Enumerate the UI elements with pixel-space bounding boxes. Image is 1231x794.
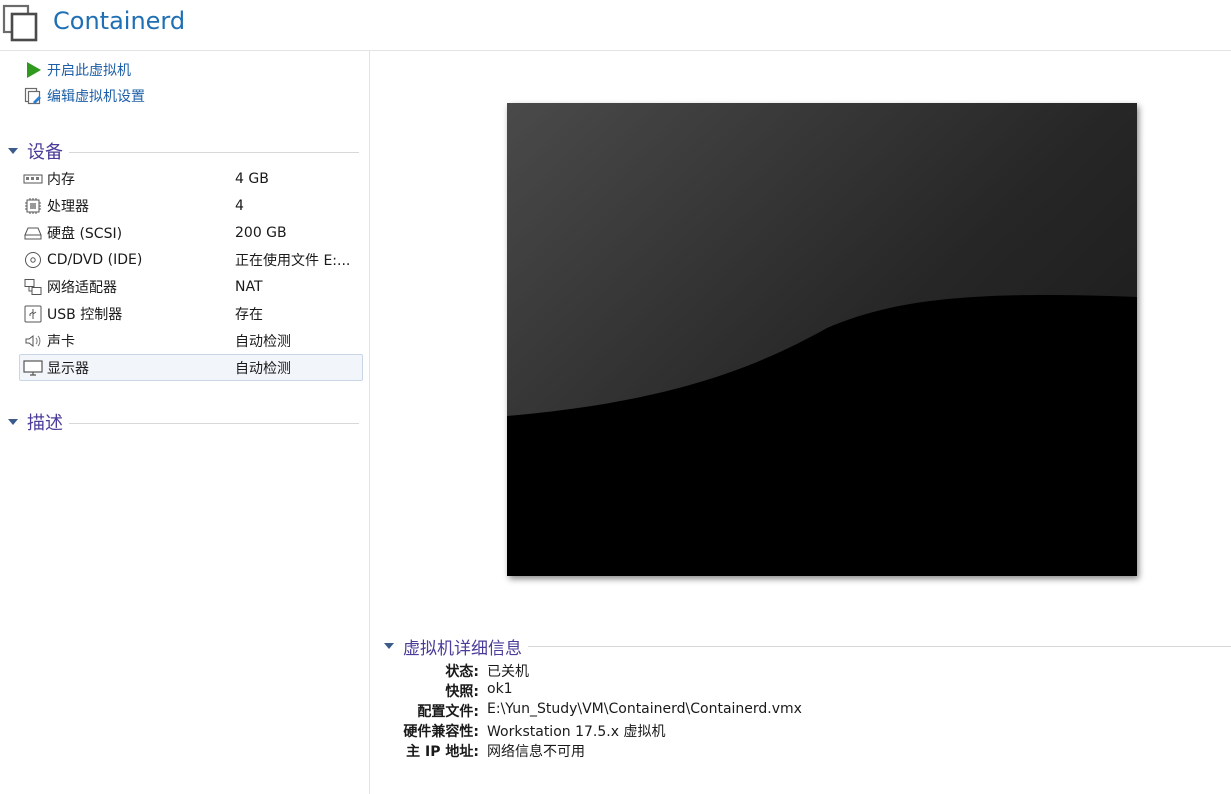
cd-icon	[25, 251, 41, 268]
detail-label: 配置文件:	[417, 704, 479, 720]
detail-label: 快照:	[445, 684, 479, 700]
cpu-icon	[25, 197, 41, 214]
device-value: 自动检测	[235, 360, 291, 377]
edit-vm-settings-label: 编辑虚拟机设置	[47, 89, 145, 105]
vm-details-section-header[interactable]: 虚拟机详细信息	[384, 634, 1231, 659]
collapse-arrow-icon	[8, 148, 18, 154]
play-icon	[27, 62, 41, 78]
device-row-processor[interactable]: 处理器 4	[20, 193, 362, 218]
device-name: 硬盘 (SCSI)	[47, 225, 123, 242]
edit-vm-settings-link[interactable]: 编辑虚拟机设置	[24, 85, 145, 107]
detail-value: Workstation 17.5.x 虚拟机	[487, 724, 666, 740]
usb-icon	[24, 305, 42, 322]
collapse-arrow-icon	[384, 643, 394, 649]
device-name: USB 控制器	[47, 306, 123, 323]
detail-value: 网络信息不可用	[487, 744, 585, 760]
speaker-icon	[25, 334, 41, 347]
device-value: 存在	[235, 306, 263, 323]
device-value: 4 GB	[235, 170, 269, 187]
detail-row-snapshot: 快照: ok1	[370, 681, 1231, 701]
vm-summary-panel: 开启此虚拟机 编辑虚拟机设置 设备 内存 4 GB 处理器 4 硬盘 (SCSI…	[0, 51, 370, 794]
power-on-vm-label: 开启此虚拟机	[47, 63, 131, 79]
vm-screen-preview[interactable]	[507, 103, 1137, 576]
device-name: 声卡	[47, 333, 75, 350]
detail-value: ok1	[487, 681, 513, 697]
device-row-memory[interactable]: 内存 4 GB	[20, 166, 362, 191]
vm-header: Containerd	[0, 0, 1231, 51]
device-value: 自动检测	[235, 333, 291, 350]
section-divider	[528, 645, 1231, 647]
power-on-vm-link[interactable]: 开启此虚拟机	[24, 59, 131, 81]
devices-section-title: 设备	[27, 142, 63, 163]
device-value: 200 GB	[235, 224, 287, 241]
detail-row-ip-address: 主 IP 地址: 网络信息不可用	[370, 741, 1231, 761]
description-section-header[interactable]: 描述	[8, 410, 359, 434]
edit-settings-icon	[24, 87, 41, 105]
detail-label: 主 IP 地址:	[406, 744, 479, 760]
device-name: CD/DVD (IDE)	[47, 251, 143, 268]
network-icon	[24, 278, 42, 295]
detail-label: 状态:	[445, 664, 479, 680]
detail-value: E:\Yun_Study\VM\Containerd\Containerd.vm…	[487, 701, 802, 717]
device-value: 正在使用文件 E:...	[235, 252, 351, 269]
vm-title: Containerd	[53, 7, 186, 35]
device-name: 网络适配器	[47, 279, 117, 296]
description-section-title: 描述	[27, 413, 63, 434]
device-name: 处理器	[47, 198, 89, 215]
collapse-arrow-icon	[8, 419, 18, 425]
device-value: 4	[235, 197, 244, 214]
monitor-icon	[23, 359, 43, 376]
detail-label: 硬件兼容性:	[403, 724, 479, 740]
detail-row-config-file: 配置文件: E:\Yun_Study\VM\Containerd\Contain…	[370, 701, 1231, 721]
device-value: NAT	[235, 278, 263, 295]
vm-details-section-title: 虚拟机详细信息	[403, 638, 522, 659]
devices-section-header[interactable]: 设备	[8, 139, 359, 163]
detail-row-hw-compat: 硬件兼容性: Workstation 17.5.x 虚拟机	[370, 721, 1231, 741]
device-row-cd-dvd[interactable]: CD/DVD (IDE) 正在使用文件 E:...	[20, 247, 362, 272]
harddisk-icon	[24, 227, 42, 239]
device-name: 内存	[47, 171, 75, 188]
memory-icon	[23, 174, 43, 183]
section-divider	[69, 151, 359, 153]
device-row-display[interactable]: 显示器 自动检测	[19, 354, 363, 381]
device-row-harddisk[interactable]: 硬盘 (SCSI) 200 GB	[20, 220, 362, 245]
detail-row-state: 状态: 已关机	[370, 661, 1231, 681]
virtual-machine-icon	[2, 4, 38, 42]
device-name: 显示器	[47, 360, 89, 377]
detail-value: 已关机	[487, 664, 529, 680]
device-row-network[interactable]: 网络适配器 NAT	[20, 274, 362, 299]
section-divider	[69, 422, 359, 424]
device-row-sound-card[interactable]: 声卡 自动检测	[20, 328, 362, 353]
device-row-usb[interactable]: USB 控制器 存在	[20, 301, 362, 326]
